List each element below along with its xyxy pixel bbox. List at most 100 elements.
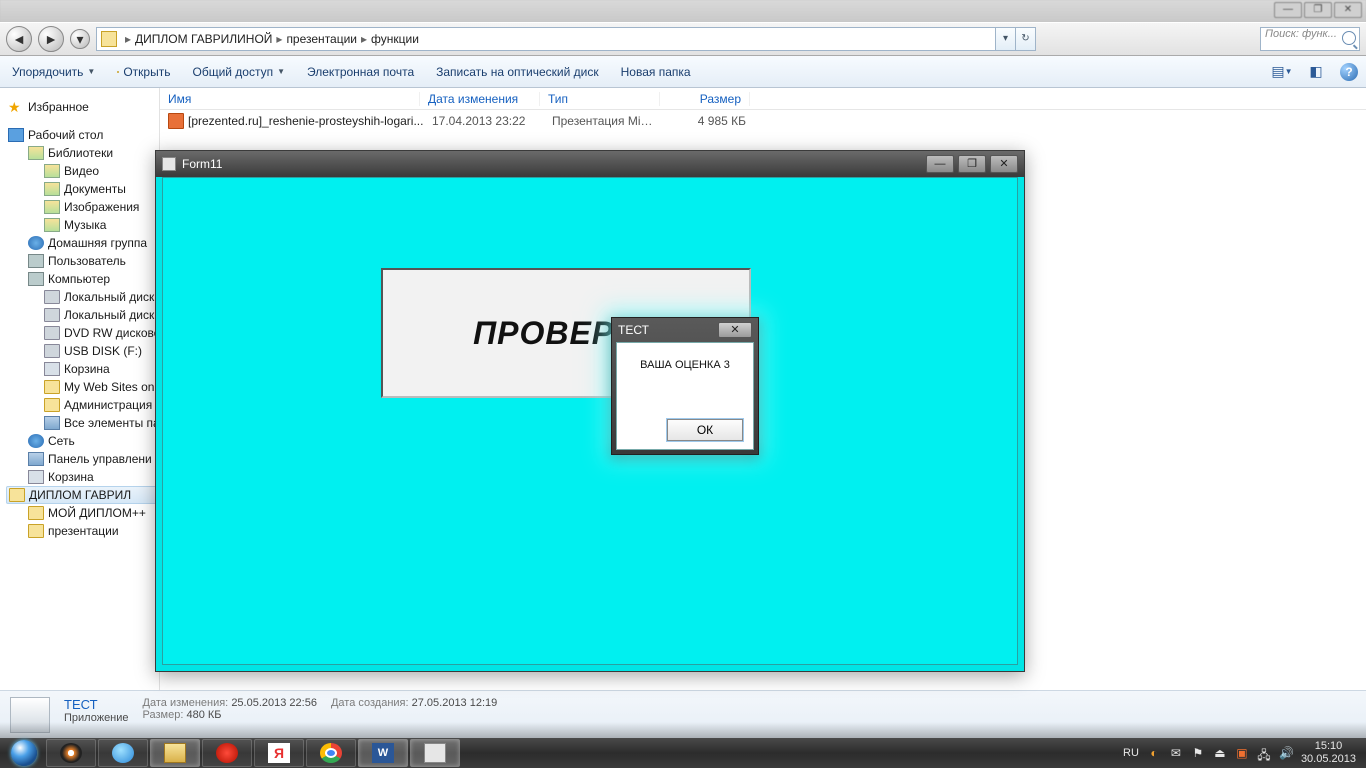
tree-diplom[interactable]: ДИПЛОМ ГАВРИЛ [29,488,131,502]
tree-usb[interactable]: USB DISK (F:) [64,344,142,358]
tree-localdisk2[interactable]: Локальный диск [64,308,154,322]
form11-minimize-button[interactable]: — [926,155,954,173]
open-button[interactable]: Открыть [113,63,174,81]
tree-network[interactable]: Сеть [48,434,75,448]
taskbar[interactable]: Я W RU ◐ ✉ ⚑ ⏏ ▣ 🖧 🔊 15:10 30.05.2013 [0,738,1366,768]
organize-menu[interactable]: Упорядочить▼ [8,63,99,81]
col-name[interactable]: Имя [160,92,420,106]
tree-music[interactable]: Музыка [64,218,106,232]
chevron-down-icon: ▼ [87,67,95,76]
controlpanel-icon [28,452,44,466]
breadcrumb-segment[interactable]: презентации [286,32,357,46]
taskbar-mediaplayer[interactable] [46,739,96,767]
taskbar-chrome[interactable] [306,739,356,767]
tree-bin2[interactable]: Корзина [48,470,94,484]
tree-presentations[interactable]: презентации [48,524,119,538]
search-placeholder: Поиск: функ... [1265,28,1337,40]
nav-tree[interactable]: ★Избранное Рабочий стол Библиотеки Видео… [0,88,160,706]
file-date: 17.04.2013 23:22 [424,114,544,128]
new-folder-button[interactable]: Новая папка [617,63,695,81]
tree-mydiplom[interactable]: МОЙ ДИПЛОМ++ [48,506,146,520]
tray-icon[interactable]: ⏏ [1213,746,1227,760]
volume-icon[interactable]: 🔊 [1279,746,1293,760]
form11-window[interactable]: Form11 — ❐ ✕ ПРОВЕРКА [155,150,1025,672]
computer-icon [28,272,44,286]
tree-video[interactable]: Видео [64,164,99,178]
tree-computer[interactable]: Компьютер [48,272,110,286]
tree-localdisk[interactable]: Локальный диск [64,290,154,304]
search-input[interactable]: Поиск: функ... [1260,27,1360,51]
details-modified-label: Дата изменения: [143,697,229,709]
form11-maximize-button[interactable]: ❐ [958,155,986,173]
breadcrumb-dropdown-button[interactable]: ▾ [996,27,1016,51]
form11-close-button[interactable]: ✕ [990,155,1018,173]
breadcrumb-segment[interactable]: ДИПЛОМ ГАВРИЛИНОЙ [135,32,272,46]
main-maximize-button[interactable]: ❐ [1304,2,1332,18]
tree-documents[interactable]: Документы [64,182,126,196]
result-dialog-ok-button[interactable]: ОК [667,419,743,441]
nav-forward-button[interactable]: ► [38,26,64,52]
images-icon [44,200,60,214]
tree-allitems[interactable]: Все элементы па [64,416,159,430]
nav-history-dropdown[interactable]: ▾ [70,29,90,49]
main-minimize-button[interactable]: — [1274,2,1302,18]
burn-button[interactable]: Записать на оптический диск [432,63,603,81]
result-dialog-close-button[interactable]: ✕ [718,322,752,338]
main-close-button[interactable]: ✕ [1334,2,1362,18]
breadcrumb-segment[interactable]: функции [371,32,419,46]
tree-images[interactable]: Изображения [64,200,139,214]
tray-icon[interactable]: ✉ [1169,746,1183,760]
taskbar-explorer[interactable] [150,739,200,767]
details-created-label: Дата создания: [331,697,409,709]
details-pane: ТЕСТ Приложение Дата изменения: 25.05.20… [0,690,1366,738]
taskbar-form-app[interactable] [410,739,460,767]
network-icon[interactable]: 🖧 [1257,746,1271,760]
usb-icon [44,344,60,358]
nav-back-button[interactable]: ◄ [6,26,32,52]
result-dialog-titlebar[interactable]: ТЕСТ ✕ [612,318,758,342]
result-dialog[interactable]: ТЕСТ ✕ ВАША ОЦЕНКА 3 ОК [611,317,759,455]
favorites-group[interactable]: Избранное [28,100,89,114]
taskbar-word[interactable]: W [358,739,408,767]
tray-clock[interactable]: 15:10 30.05.2013 [1301,740,1356,766]
taskbar-ie[interactable] [98,739,148,767]
tree-homegroup[interactable]: Домашняя группа [48,236,147,250]
preview-pane-button[interactable]: ◧ [1306,62,1326,82]
help-button[interactable]: ? [1340,63,1358,81]
col-type[interactable]: Тип [540,92,660,106]
lang-indicator[interactable]: RU [1123,747,1139,759]
tree-admin[interactable]: Администрация [64,398,152,412]
tree-libraries[interactable]: Библиотеки [48,146,113,160]
details-apptype: Приложение [64,712,129,724]
column-headers[interactable]: Имя Дата изменения Тип Размер [160,88,1366,110]
start-button[interactable] [4,738,44,768]
tree-dvd[interactable]: DVD RW дисково [64,326,159,340]
tree-desktop[interactable]: Рабочий стол [28,128,103,142]
result-dialog-text: ВАША ОЦЕНКА 3 [627,359,743,371]
tree-cpanel[interactable]: Панель управлени [48,452,152,466]
col-date[interactable]: Дата изменения [420,92,540,106]
tray-icon[interactable]: ⚑ [1191,746,1205,760]
breadcrumb[interactable]: ▸ ДИПЛОМ ГАВРИЛИНОЙ ▸ презентации ▸ функ… [96,27,996,51]
tray-icon[interactable]: ◐ [1147,746,1161,760]
folder-icon [28,524,44,538]
ie-icon [112,743,134,763]
desktop-icon [8,128,24,142]
file-row[interactable]: [prezented.ru]_reshenie-prosteyshih-loga… [160,110,1366,132]
taskbar-yandex[interactable]: Я [254,739,304,767]
form11-titlebar[interactable]: Form11 — ❐ ✕ [156,151,1024,177]
windows-orb-icon [11,740,37,766]
breadcrumb-refresh-button[interactable]: ↻ [1016,27,1036,51]
share-menu[interactable]: Общий доступ▼ [188,63,289,81]
col-size[interactable]: Размер [660,92,750,106]
chrome-icon [320,743,342,763]
tree-mysites[interactable]: My Web Sites on [64,380,154,394]
tree-user[interactable]: Пользователь [48,254,126,268]
email-button[interactable]: Электронная почта [303,63,418,81]
taskbar-opera[interactable] [202,739,252,767]
view-options-button[interactable]: ▤▼ [1272,62,1292,82]
tree-bin[interactable]: Корзина [64,362,110,376]
tray-icon[interactable]: ▣ [1235,746,1249,760]
result-dialog-client: ВАША ОЦЕНКА 3 ОК [616,342,754,450]
system-tray[interactable]: RU ◐ ✉ ⚑ ⏏ ▣ 🖧 🔊 15:10 30.05.2013 [1123,740,1362,766]
